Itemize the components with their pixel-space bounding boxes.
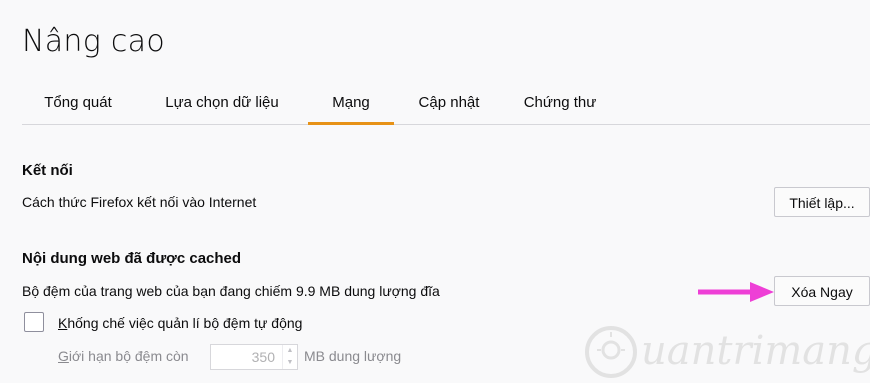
connection-heading: Kết nối (22, 162, 73, 179)
tab-data-choices[interactable]: Lựa chọn dữ liệu (142, 82, 302, 123)
cache-limit-input[interactable]: 350 ▲ ▼ (210, 344, 298, 370)
connection-settings-button[interactable]: Thiết lập... (774, 187, 870, 217)
tab-network[interactable]: Mạng (308, 82, 394, 125)
connection-description: Cách thức Firefox kết nối vào Internet (22, 194, 257, 210)
cache-description: Bộ đệm của trang web của bạn đang chiếm … (22, 283, 440, 299)
watermark-logo-icon (585, 326, 637, 378)
page-title: Nâng cao (22, 24, 166, 59)
override-cache-label-text: hống chế việc quản lí bộ đệm tự động (67, 315, 303, 331)
spin-down-icon[interactable]: ▼ (283, 357, 297, 369)
watermark: uantrimang (583, 320, 870, 383)
tab-general[interactable]: Tổng quát (22, 82, 134, 123)
clear-cache-button[interactable]: Xóa Ngay (774, 276, 870, 306)
watermark-text: uantrimang (641, 328, 870, 374)
override-cache-checkbox[interactable] (24, 312, 44, 332)
cache-limit-label: Giới hạn bộ đệm còn (58, 348, 189, 364)
cache-limit-unit: MB dung lượng (304, 348, 402, 364)
cache-limit-label-text: iới hạn bộ đệm còn (68, 348, 189, 364)
tab-bar: Tổng quát Lựa chọn dữ liệu Mạng Cập nhật… (22, 82, 870, 125)
spin-up-icon[interactable]: ▲ (283, 345, 297, 357)
tab-update[interactable]: Cập nhật (400, 82, 498, 123)
cache-heading: Nội dung web đã được cached (22, 250, 242, 267)
cache-limit-spinner[interactable]: ▲ ▼ (282, 345, 297, 369)
pointer-arrow-icon (698, 282, 774, 302)
override-cache-label[interactable]: Khống chế việc quản lí bộ đệm tự động (58, 315, 302, 331)
tab-certificates[interactable]: Chứng thư (506, 82, 614, 123)
cache-limit-value: 350 (251, 349, 275, 365)
